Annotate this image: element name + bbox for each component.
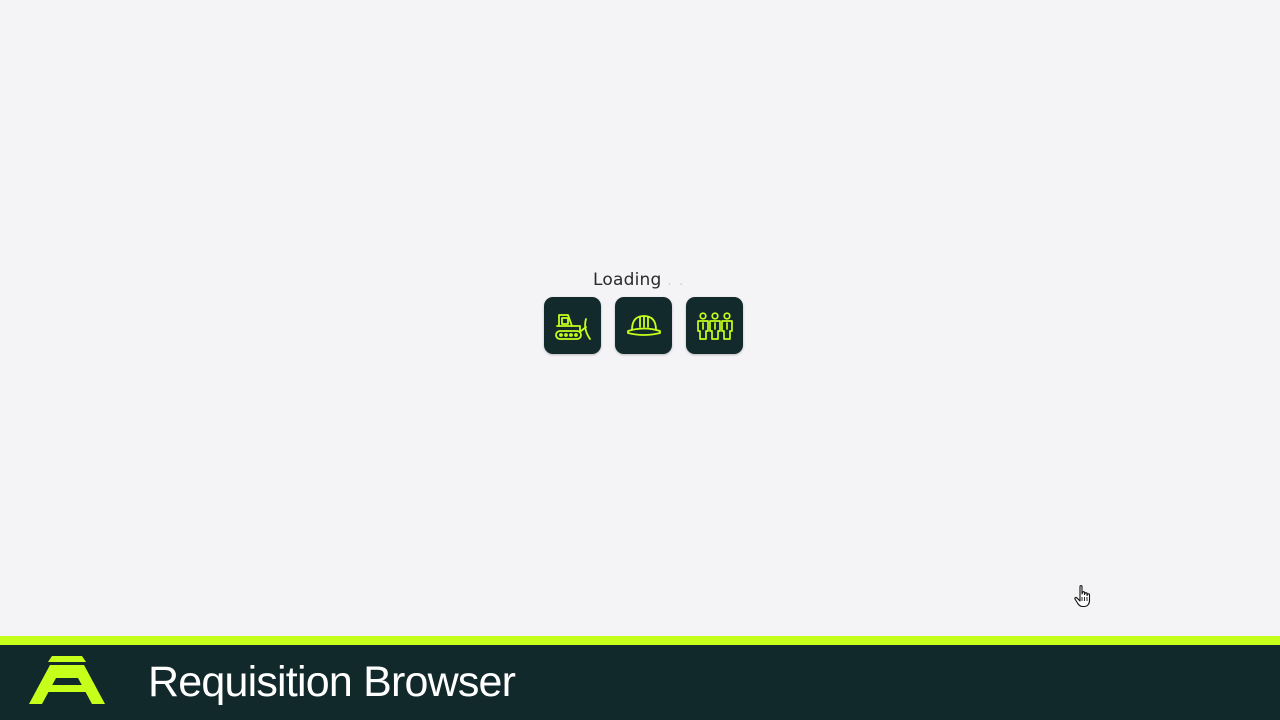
footer-accent-bar [0, 636, 1280, 645]
hard-hat-tile [615, 297, 672, 354]
loading-status: Loading . . [593, 270, 685, 294]
loading-dots: . . [667, 272, 686, 288]
team-tile [686, 297, 743, 354]
hard-hat-icon [626, 314, 661, 336]
bulldozer-icon [554, 313, 591, 340]
team-icon [696, 311, 733, 340]
hand-cursor-icon [1074, 585, 1091, 608]
footer-title: Requisition Browser [148, 658, 516, 706]
loading-screen: Loading . . [0, 0, 1280, 636]
brand-logo-icon [29, 656, 105, 704]
footer-banner: Requisition Browser [0, 645, 1280, 720]
loading-label: Loading [593, 270, 662, 290]
bulldozer-tile [544, 297, 601, 354]
